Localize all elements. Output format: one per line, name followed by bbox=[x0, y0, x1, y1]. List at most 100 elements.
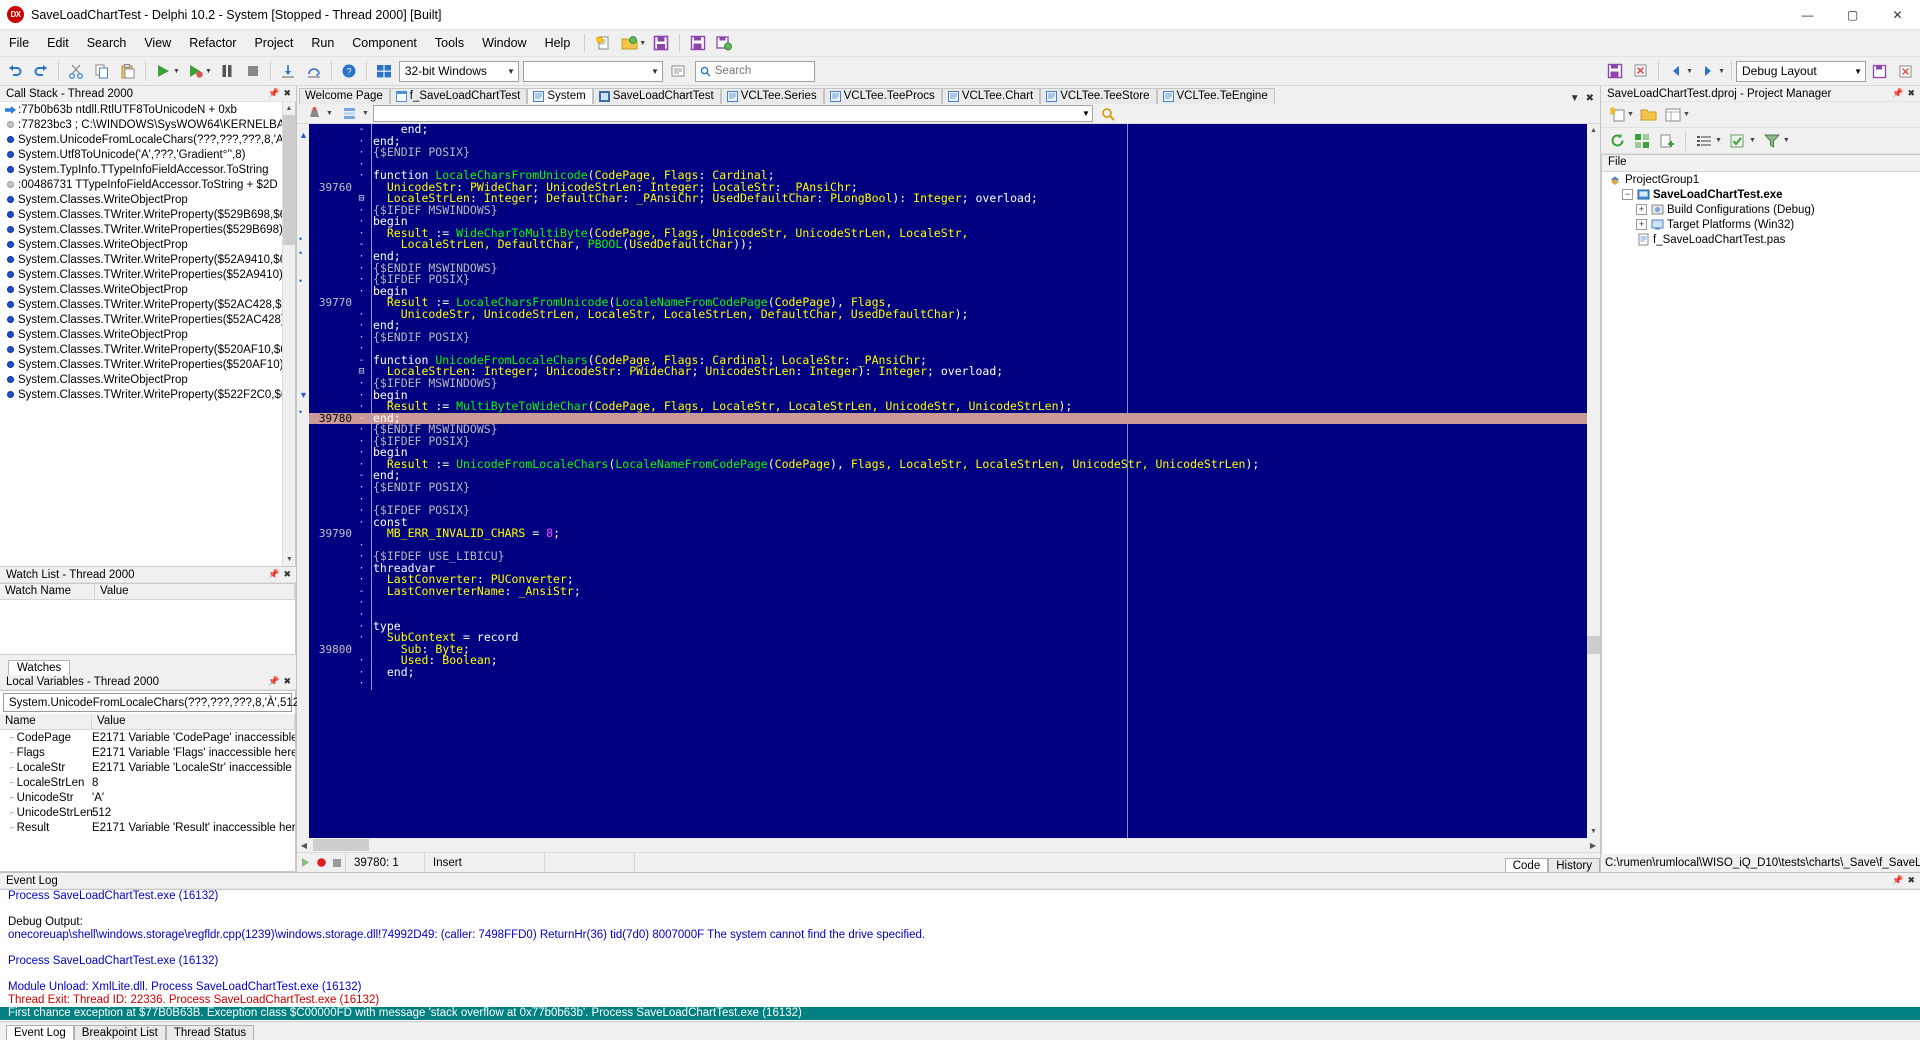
call-stack-list[interactable]: :77b0b63b ntdll.RtlUTF8ToUnicodeN + 0xb:… bbox=[0, 102, 296, 567]
minimize-button[interactable]: — bbox=[1785, 0, 1830, 30]
event-log-row[interactable]: First chance exception at $77B0B63B. Exc… bbox=[0, 1007, 1920, 1020]
editor-tab-vcltee-teeprocs[interactable]: VCLTee.TeeProcs bbox=[823, 88, 942, 104]
list-view-dropdown-icon[interactable]: ▼ bbox=[1715, 137, 1722, 144]
code-line[interactable]: · │ Result := UnicodeFromLocaleChars(Loca… bbox=[309, 458, 1587, 471]
editor-tab-f-saveloadcharttest[interactable]: f_SaveLoadChartTest bbox=[389, 88, 528, 104]
menu-help[interactable]: Help bbox=[536, 32, 580, 54]
call-stack-row[interactable]: System.TypInfo.TTypeInfoFieldAccessor.To… bbox=[0, 162, 295, 177]
event-log-row[interactable]: Process SaveLoadChartTest.exe (16132) bbox=[0, 955, 1920, 968]
close-icon[interactable]: ✖ bbox=[283, 88, 291, 99]
new-project-dropdown-icon[interactable]: ▼ bbox=[1627, 111, 1634, 118]
call-stack-row[interactable]: System.Classes.TWriter.WriteProperties($… bbox=[0, 357, 295, 372]
open-project-icon[interactable] bbox=[1638, 104, 1660, 126]
editor-view-tab-code[interactable]: Code bbox=[1504, 857, 1549, 873]
code-fold-marker-icon[interactable]: - bbox=[355, 586, 368, 598]
code-line[interactable]: · │ bbox=[309, 597, 1587, 609]
call-stack-row[interactable]: :77823bc3 ; C:\WINDOWS\SysWOW64\KERNELBA… bbox=[0, 117, 295, 132]
chevron-down-icon-2[interactable]: ▼ bbox=[645, 67, 659, 76]
code-fold-marker-icon[interactable]: · bbox=[355, 332, 368, 344]
code-line[interactable]: 39790 │ MB_ERR_INVALID_CHARS = 8; bbox=[309, 527, 1587, 540]
maximize-button[interactable]: ▢ bbox=[1830, 0, 1875, 30]
call-stack-scrollbar[interactable]: ▲ ▼ bbox=[282, 102, 295, 566]
call-stack-row[interactable]: System.Classes.WriteObjectProp bbox=[0, 327, 295, 342]
event-log-list[interactable]: Process SaveLoadChartTest.exe (16132) Deb… bbox=[0, 889, 1920, 1022]
code-fold-marker-icon[interactable]: · bbox=[355, 286, 368, 298]
code-line[interactable]: · │ {$IFDEF MSWINDOWS} bbox=[309, 204, 1587, 217]
code-line[interactable]: - │ LastConverterName: _AnsiStr; bbox=[309, 585, 1587, 598]
code-fold-marker-icon[interactable]: · bbox=[355, 505, 368, 517]
code-line[interactable]: · │ {$IFDEF POSIX} bbox=[309, 273, 1587, 286]
code-fold-marker-icon[interactable]: · bbox=[355, 436, 368, 448]
code-line[interactable]: ⊟ │ LocaleStrLen: Integer; DefaultChar: _… bbox=[309, 193, 1587, 205]
code-line[interactable]: · │ {$IFDEF POSIX} bbox=[309, 435, 1587, 448]
code-insight-dropdown-icon[interactable]: ▼ bbox=[326, 110, 333, 117]
code-line-current[interactable]: 39780- │ end; bbox=[309, 412, 1587, 425]
code-line[interactable]: - │ LocaleStrLen, DefaultChar, PBOOL(Used… bbox=[309, 239, 1587, 251]
code-fold-marker-icon[interactable]: · bbox=[355, 621, 368, 633]
editor-tab-vcltee-teengine[interactable]: VCLTee.TeEngine bbox=[1156, 88, 1275, 104]
code-editor[interactable]: - │ end; · │ end; · │ {$ENDIF POSIX} · │ · │ functio… bbox=[309, 124, 1587, 838]
config-combo[interactable]: ▼ bbox=[522, 60, 663, 82]
menu-view[interactable]: View bbox=[135, 32, 180, 54]
call-stack-row[interactable]: System.Classes.TWriter.WriteProperties($… bbox=[0, 312, 295, 327]
event-log-row[interactable] bbox=[0, 968, 1920, 981]
code-fold-marker-icon[interactable]: · bbox=[355, 170, 368, 182]
close-icon-pm[interactable]: ✖ bbox=[1907, 88, 1915, 99]
code-fold-marker-icon[interactable]: · bbox=[355, 574, 368, 586]
code-fold-marker-icon[interactable]: · bbox=[355, 609, 368, 621]
code-line[interactable]: · │ {$ENDIF POSIX} bbox=[309, 481, 1587, 494]
code-line[interactable]: · │ bbox=[309, 678, 1587, 690]
editor-scroll-up-icon[interactable]: ▲ bbox=[1587, 124, 1600, 137]
code-fold-marker-icon[interactable]: · bbox=[355, 205, 368, 217]
nav-back-icon[interactable] bbox=[1664, 59, 1688, 83]
close-button[interactable]: ✕ bbox=[1875, 0, 1920, 30]
project-view-icon[interactable] bbox=[1662, 104, 1684, 126]
code-fold-marker-icon[interactable]: - bbox=[355, 413, 368, 425]
redo-icon[interactable] bbox=[29, 59, 53, 83]
code-fold-marker-icon[interactable] bbox=[355, 528, 368, 540]
menu-refactor[interactable]: Refactor bbox=[180, 32, 245, 54]
new-project-icon[interactable] bbox=[1606, 104, 1628, 126]
code-line[interactable]: · │ {$ENDIF MSWINDOWS} bbox=[309, 262, 1587, 275]
cut-icon[interactable] bbox=[64, 59, 88, 83]
list-view-icon[interactable] bbox=[1693, 130, 1715, 152]
pin-icon[interactable]: 📌 bbox=[268, 88, 279, 99]
editor-left-margin[interactable]: ▲ • • • ▼ • bbox=[297, 124, 309, 838]
stop-indicator-icon[interactable] bbox=[329, 858, 345, 868]
run-to-cursor-icon[interactable] bbox=[297, 857, 313, 868]
project-tree[interactable]: File ProjectGroup1 − SaveLoadChartTest.exe… bbox=[1601, 154, 1920, 854]
locals-scope-combo[interactable]: System.UnicodeFromLocaleChars(???,???,??… bbox=[3, 693, 312, 712]
new-file-button[interactable] bbox=[591, 31, 615, 55]
project-view-dropdown-icon[interactable]: ▼ bbox=[1683, 111, 1690, 118]
code-fold-marker-icon[interactable]: · bbox=[355, 540, 368, 552]
pin-icon-pm[interactable]: 📌 bbox=[1892, 88, 1903, 99]
code-fold-marker-icon[interactable]: · bbox=[355, 343, 368, 355]
code-fold-marker-icon[interactable]: · bbox=[355, 159, 368, 171]
code-fold-marker-icon[interactable]: · bbox=[355, 228, 368, 240]
code-fold-marker-icon[interactable]: ⊟ bbox=[355, 366, 368, 378]
editor-tab-system[interactable]: System bbox=[527, 88, 593, 104]
call-stack-row[interactable]: System.Classes.TWriter.WriteProperty($52… bbox=[0, 297, 295, 312]
code-fold-marker-icon[interactable]: - bbox=[355, 124, 368, 136]
layout-delete-icon[interactable] bbox=[1893, 59, 1917, 83]
config-options-button[interactable] bbox=[666, 59, 690, 83]
project-tree-node[interactable]: + Target Platforms (Win32) bbox=[1602, 217, 1920, 232]
code-fold-marker-icon[interactable]: · bbox=[355, 459, 368, 471]
editor-scroll-down-icon[interactable]: ▼ bbox=[1587, 825, 1600, 838]
desktop-layout-save-icon[interactable] bbox=[1603, 59, 1627, 83]
refresh-icon[interactable] bbox=[1606, 130, 1628, 152]
code-line[interactable]: · │ bbox=[309, 608, 1587, 621]
code-line[interactable]: · │ {$ENDIF MSWINDOWS} bbox=[309, 423, 1587, 436]
code-line[interactable]: · │ end; bbox=[309, 666, 1587, 679]
code-line[interactable]: · │ Used: Boolean; bbox=[309, 654, 1587, 667]
local-variable-row[interactable]: ⌐ UnicodeStr 'À' bbox=[0, 790, 295, 805]
event-log-row[interactable]: Thread Exit: Thread ID: 22336. Process S… bbox=[0, 994, 1920, 1007]
code-fold-marker-icon[interactable]: · bbox=[355, 378, 368, 390]
tab-watches[interactable]: Watches bbox=[8, 660, 71, 675]
code-fold-marker-icon[interactable] bbox=[355, 644, 368, 656]
desktop-layout-delete-icon[interactable] bbox=[1629, 59, 1653, 83]
local-variable-row[interactable]: ⌐ Flags E2171 Variable 'Flags' inaccessibl… bbox=[0, 745, 295, 760]
call-stack-row[interactable]: :00486731 TTypeInfoFieldAccessor.ToStrin… bbox=[0, 177, 295, 192]
code-fold-marker-icon[interactable]: · bbox=[355, 390, 368, 402]
call-stack-row[interactable]: System.Classes.WriteObjectProp bbox=[0, 282, 295, 297]
